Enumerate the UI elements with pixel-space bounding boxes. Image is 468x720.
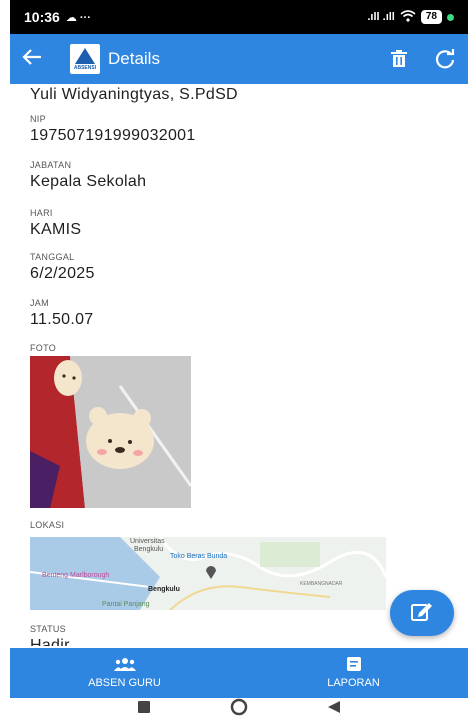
field-jabatan: JABATAN Kepala Sekolah <box>30 160 146 191</box>
map-pin-icon <box>205 565 217 584</box>
recents-icon[interactable] <box>138 700 150 718</box>
nav-absen-guru[interactable]: ABSEN GURU <box>10 648 239 698</box>
app-logo: ABSENSI <box>70 44 100 74</box>
field-foto: FOTO <box>30 343 56 353</box>
field-jam: JAM 11.50.07 <box>30 298 94 329</box>
people-icon <box>113 657 136 674</box>
map-label-pantai: Pantai Panjang <box>102 601 150 608</box>
field-lokasi: LOKASI <box>30 520 64 530</box>
status-time: 10:36 <box>24 9 60 25</box>
field-status: STATUS Hadir <box>30 624 70 646</box>
nip-label: NIP <box>30 114 46 124</box>
page-title: Details <box>108 49 160 68</box>
tanggal-value: 6/2/2025 <box>30 265 95 282</box>
map-label-kembangnadar: KEMBANGNADAR <box>300 581 343 587</box>
trash-icon[interactable] <box>390 50 408 68</box>
map-label-toko: Toko Beras Bunda <box>170 553 228 560</box>
app-bar: ABSENSI Details <box>10 34 468 84</box>
attendance-photo[interactable] <box>30 356 191 508</box>
tanggal-label: TANGGAL <box>30 252 75 262</box>
jabatan-value: Kepala Sekolah <box>30 173 147 190</box>
nav-absen-label: ABSEN GURU <box>88 677 161 689</box>
jabatan-label: JABATAN <box>30 160 72 170</box>
status-label: STATUS <box>30 624 66 634</box>
field-tanggal: TANGGAL 6/2/2025 <box>30 252 95 283</box>
status-dot <box>447 13 454 21</box>
back-icon[interactable] <box>328 700 340 718</box>
wifi-icon <box>400 9 416 25</box>
signal-icon: .ıll .ıll <box>367 11 395 23</box>
nip-value: 197507191999032001 <box>30 127 196 144</box>
hari-value: KAMIS <box>30 221 82 238</box>
home-icon[interactable] <box>230 698 248 720</box>
map-label-benteng: Benteng Marlborough <box>42 572 110 579</box>
map-label-univ: Universitas <box>130 538 165 545</box>
back-arrow-icon[interactable] <box>22 46 52 72</box>
lokasi-label: LOKASI <box>30 520 65 530</box>
bottom-nav: ABSEN GURU LAPORAN <box>10 648 468 698</box>
field-name: Yuli Widyaningtyas, S.PdSD <box>30 86 238 104</box>
location-map[interactable]: Universitas Bengkulu Toko Beras Bunda Be… <box>30 537 386 610</box>
hari-label: HARI <box>30 208 53 218</box>
map-label-univ2: Bengkulu <box>134 546 164 553</box>
jam-label: JAM <box>30 298 49 308</box>
foto-label: FOTO <box>30 343 57 353</box>
nav-laporan-label: LAPORAN <box>327 677 380 689</box>
logo-icon <box>75 47 95 64</box>
name-value: Yuli Widyaningtyas, S.PdSD <box>30 86 238 103</box>
edit-fab-button[interactable] <box>390 590 454 636</box>
field-hari: HARI KAMIS <box>30 208 81 239</box>
status-value: Hadir <box>30 637 70 646</box>
map-label-bengkulu: Bengkulu <box>148 586 180 593</box>
status-bar: 10:36 ☁ ··· .ıll .ıll 78 <box>10 0 468 34</box>
edit-icon <box>411 601 433 626</box>
system-nav <box>10 698 468 720</box>
jam-value: 11.50.07 <box>30 311 94 328</box>
refresh-icon[interactable] <box>434 48 456 70</box>
nav-laporan[interactable]: LAPORAN <box>239 648 468 698</box>
logo-text: ABSENSI <box>73 64 97 71</box>
battery-icon: 78 <box>420 10 442 24</box>
status-extra: ☁ ··· <box>65 11 91 24</box>
field-nip: NIP 197507191999032001 <box>30 114 196 145</box>
report-icon <box>346 657 361 674</box>
